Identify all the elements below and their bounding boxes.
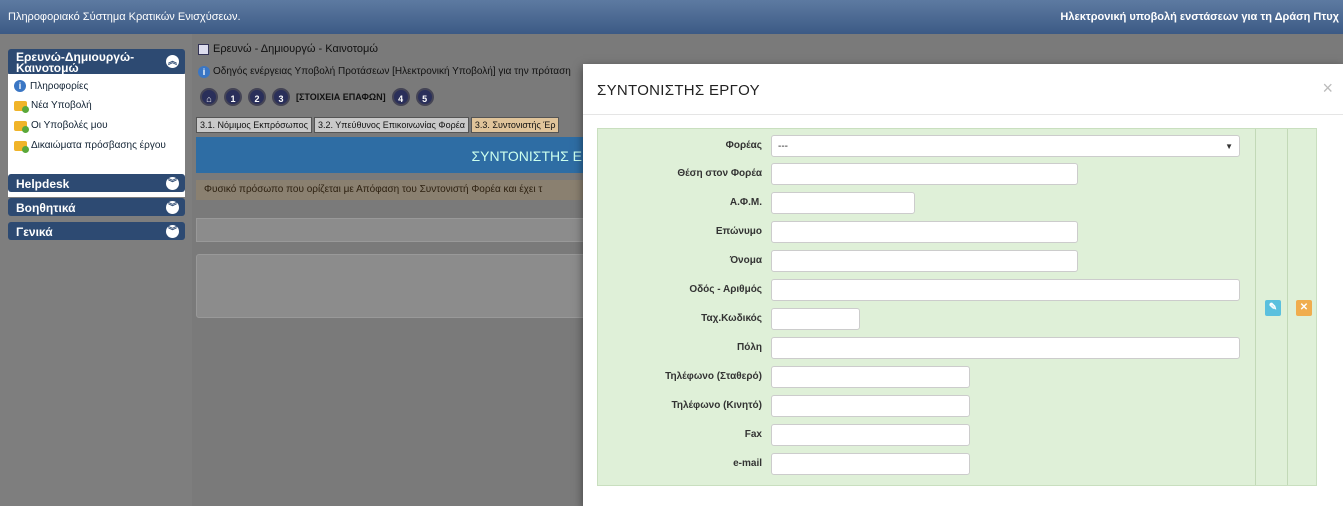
phone-landline-input[interactable]	[771, 366, 970, 388]
section-note: Φυσικό πρόσωπο που ορίζεται με Απόφαση τ…	[196, 180, 588, 200]
chevron-up-icon[interactable]: ︽	[166, 55, 179, 68]
sidebar-item-label: Οι Υποβολές μου	[31, 120, 108, 131]
organization-select-value: ---	[778, 140, 788, 152]
afm-input[interactable]	[771, 192, 915, 214]
placeholder-row	[196, 218, 588, 242]
sidebar-section-auxiliary[interactable]: Βοηθητικά ︾	[8, 198, 185, 216]
sidebar-item-access-rights[interactable]: Δικαιώματα πρόσβασης έργου	[14, 140, 166, 153]
sidebar-section-general[interactable]: Γενικά ︾	[8, 222, 185, 240]
column-divider	[1287, 129, 1288, 485]
system-title: Πληροφοριακό Σύστημα Κρατικών Ενισχύσεων…	[8, 11, 241, 23]
info-icon: i	[198, 66, 210, 78]
folder-add-icon	[14, 140, 29, 153]
sidebar-item-info[interactable]: i Πληροφορίες	[14, 80, 88, 92]
guide-line: i Οδηγός ενέργειας Υποβολή Προτάσεων [Ηλ…	[198, 66, 571, 78]
delete-icon[interactable]: ✕	[1296, 300, 1312, 316]
step-4[interactable]: 4	[391, 88, 410, 106]
position-input[interactable]	[771, 163, 1078, 185]
chevron-down-icon[interactable]: ︾	[166, 225, 179, 238]
sidebar-section-main[interactable]: Ερευνώ-Δημιουργώ-Καινοτομώ ︽	[8, 49, 185, 75]
step-2[interactable]: 2	[248, 88, 266, 106]
city-label: Πόλη	[737, 342, 762, 353]
step-5[interactable]: 5	[415, 88, 434, 106]
step-3[interactable]: 3	[272, 88, 290, 106]
afm-label: Α.Φ.Μ.	[729, 197, 762, 208]
close-icon[interactable]: ×	[1322, 78, 1333, 99]
chevron-down-icon[interactable]: ︾	[166, 201, 179, 214]
organization-select[interactable]: --- ▼	[771, 135, 1240, 157]
active-step-label: [ΣΤΟΙΧΕΙΑ ΕΠΑΦΩΝ]	[296, 92, 386, 102]
position-label: Θέση στον Φορέα	[677, 168, 762, 179]
city-input[interactable]	[771, 337, 1240, 359]
tab-legal-representative[interactable]: 3.1. Νόμιμος Εκπρόσωπος	[196, 117, 312, 133]
sidebar-item-label: Νέα Υποβολή	[31, 100, 92, 111]
section-header: ΣΥΝΤΟΝΙΣΤΗΣ Ε	[196, 137, 588, 173]
surname-input[interactable]	[771, 221, 1078, 243]
breadcrumb: Ερευνώ - Δημιουργώ - Καινοτομώ	[198, 43, 378, 55]
tab-contact-person[interactable]: 3.2. Υπεύθυνος Επικοινωνίας Φορέα	[313, 117, 469, 133]
step-1[interactable]: 1	[224, 88, 242, 106]
wizard-steps: ⌂ 1 2 3 [ΣΤΟΙΧΕΙΑ ΕΠΑΦΩΝ] 4 5	[200, 88, 434, 106]
save-step-icon[interactable]: ⌂	[200, 88, 218, 106]
tab-bar: 3.1. Νόμιμος Εκπρόσωπος 3.2. Υπεύθυνος Ε…	[196, 117, 560, 133]
postcode-label: Ταχ.Κωδικός	[701, 313, 762, 324]
fax-label: Fax	[744, 429, 762, 440]
sidebar-section-label: Γενικά	[16, 225, 53, 239]
modal-divider	[583, 114, 1343, 115]
column-divider	[1255, 129, 1256, 485]
folder-add-icon	[14, 120, 29, 133]
sidebar-section-label: Helpdesk	[16, 177, 70, 191]
top-bar: Πληροφοριακό Σύστημα Κρατικών Ενισχύσεων…	[0, 0, 1343, 34]
sidebar-section-main-label: Ερευνώ-Δημιουργώ-Καινοτομώ	[16, 50, 135, 75]
placeholder-panel	[196, 254, 588, 318]
coordinator-modal: ΣΥΝΤΟΝΙΣΤΗΣ ΕΡΓΟΥ × Φορέας --- ▼ Θέση στ…	[583, 64, 1343, 506]
tab-project-coordinator[interactable]: 3.3. Συντονιστής Έρ	[470, 117, 560, 133]
caret-down-icon: ▼	[1225, 141, 1233, 151]
sidebar-item-label: Δικαιώματα πρόσβασης έργου	[31, 140, 166, 151]
organization-label: Φορέας	[725, 140, 762, 151]
surname-label: Επώνυμο	[715, 226, 762, 237]
guide-text: Οδηγός ενέργειας Υποβολή Προτάσεων [Ηλεκ…	[213, 66, 571, 77]
sidebar-section-label: Βοηθητικά	[16, 201, 76, 215]
name-input[interactable]	[771, 250, 1078, 272]
street-label: Οδός - Αριθμός	[689, 284, 762, 295]
home-icon	[198, 43, 209, 55]
postcode-input[interactable]	[771, 308, 860, 330]
phone-mobile-input[interactable]	[771, 395, 970, 417]
folder-add-icon	[14, 100, 29, 113]
modal-title: ΣΥΝΤΟΝΙΣΤΗΣ ΕΡΓΟΥ	[597, 82, 760, 99]
edit-icon[interactable]: ✎	[1265, 300, 1281, 316]
system-subtitle: Ηλεκτρονική υποβολή ενστάσεων για τη Δρά…	[1060, 11, 1339, 23]
sidebar-item-my-submissions[interactable]: Οι Υποβολές μου	[14, 120, 108, 133]
fax-input[interactable]	[771, 424, 970, 446]
phone-landline-label: Τηλέφωνο (Σταθερό)	[665, 371, 762, 382]
info-icon: i	[14, 80, 26, 92]
name-label: Όνομα	[729, 255, 762, 266]
email-label: e-mail	[733, 458, 762, 469]
sidebar-section-helpdesk[interactable]: Helpdesk ︾	[8, 174, 185, 192]
coordinator-form: Φορέας --- ▼ Θέση στον Φορέα Α.Φ.Μ. Επών…	[597, 128, 1317, 486]
sidebar: Ερευνώ-Δημιουργώ-Καινοτομώ ︽ i Πληροφορί…	[0, 34, 192, 506]
sidebar-item-new-submission[interactable]: Νέα Υποβολή	[14, 100, 92, 113]
chevron-down-icon[interactable]: ︾	[166, 177, 179, 190]
breadcrumb-text[interactable]: Ερευνώ - Δημιουργώ - Καινοτομώ	[213, 43, 378, 55]
phone-mobile-label: Τηλέφωνο (Κινητό)	[671, 400, 763, 411]
email-input[interactable]	[771, 453, 970, 475]
sidebar-item-label: Πληροφορίες	[30, 80, 89, 92]
street-input[interactable]	[771, 279, 1240, 301]
